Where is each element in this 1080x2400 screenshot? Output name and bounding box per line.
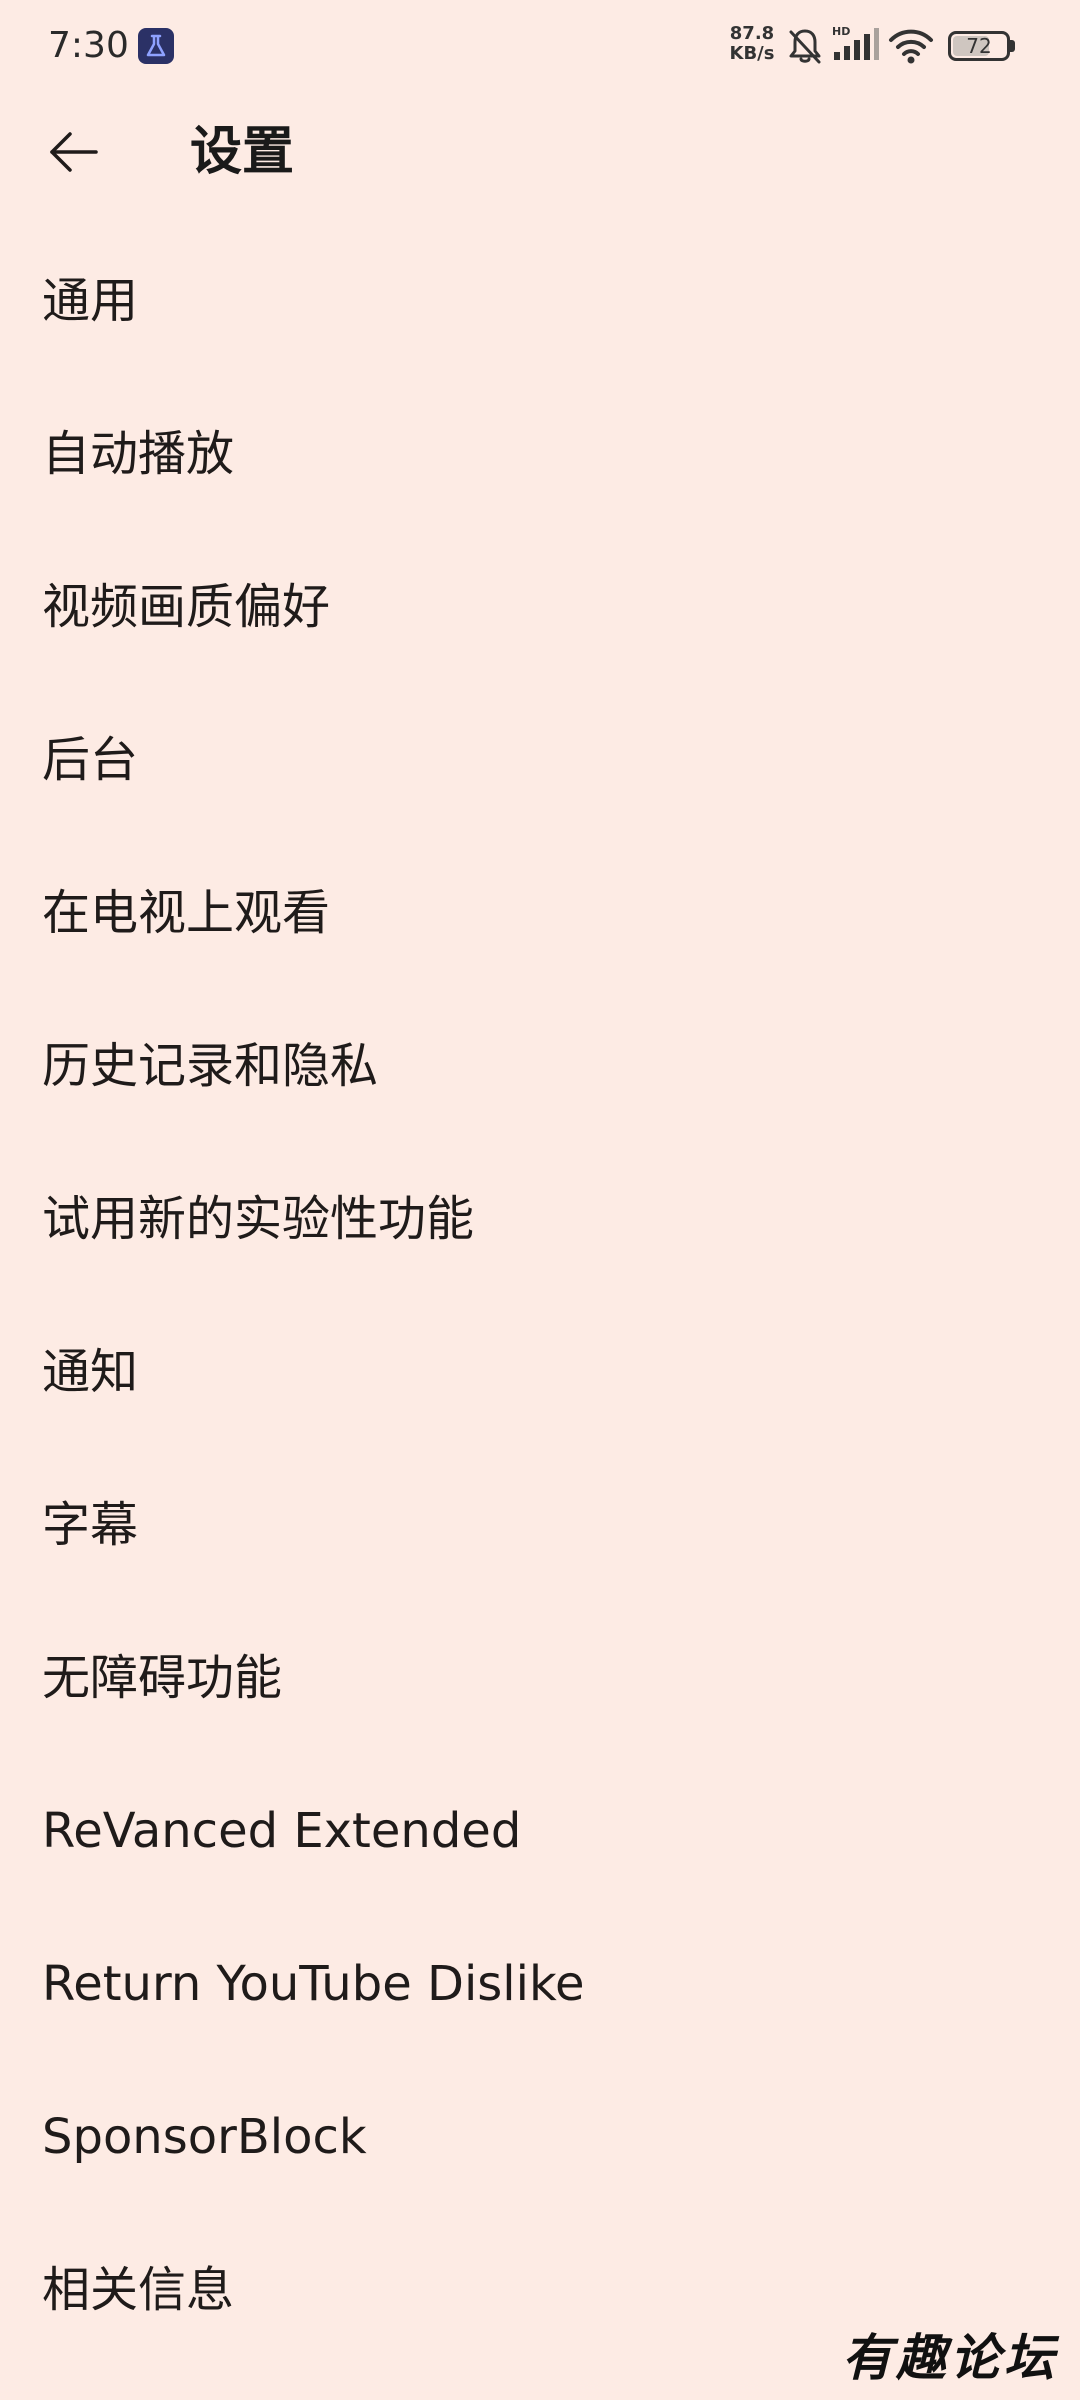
- battery-level: 72: [966, 34, 992, 58]
- settings-item-label: 试用新的实验性功能: [42, 1190, 475, 1247]
- settings-screen: 7:30 87.8 KB/s HD 72 设置 通用 自动播放 视频画质偏好 后…: [0, 0, 1080, 2400]
- status-time: 7:30: [48, 25, 129, 66]
- battery-tip: [1010, 40, 1015, 52]
- settings-item-label: SponsorBlock: [42, 2108, 367, 2165]
- settings-item-label: 字幕: [42, 1496, 139, 1553]
- wifi-icon: [888, 26, 934, 70]
- settings-item-label: 历史记录和隐私: [42, 1037, 379, 1094]
- settings-item-label: 通知: [42, 1343, 139, 1400]
- settings-item-label: 自动播放: [42, 425, 235, 482]
- settings-item-notifications[interactable]: 通知: [0, 1295, 1080, 1448]
- settings-item-general[interactable]: 通用: [0, 224, 1080, 377]
- settings-list: 通用 自动播放 视频画质偏好 后台 在电视上观看 历史记录和隐私 试用新的实验性…: [0, 224, 1080, 2366]
- settings-item-label: 无障碍功能: [42, 1649, 283, 1706]
- network-speed-value: 87.8: [729, 23, 775, 44]
- settings-item-sponsorblock[interactable]: SponsorBlock: [0, 2060, 1080, 2213]
- back-button[interactable]: [34, 112, 114, 192]
- app-bar: 设置: [0, 96, 1080, 208]
- page-title: 设置: [190, 122, 295, 182]
- svg-text:HD: HD: [832, 25, 850, 38]
- network-speed: 87.8 KB/s: [724, 24, 780, 64]
- settings-item-captions[interactable]: 字幕: [0, 1448, 1080, 1601]
- settings-item-label: ReVanced Extended: [42, 1802, 522, 1859]
- status-bar: 7:30 87.8 KB/s HD 72: [0, 0, 1080, 96]
- bell-off-icon: [786, 26, 824, 70]
- hd-signal-icon: HD: [832, 24, 880, 68]
- settings-item-revanced-extended[interactable]: ReVanced Extended: [0, 1754, 1080, 1907]
- settings-item-label: 在电视上观看: [42, 884, 331, 941]
- settings-item-label: 相关信息: [42, 2261, 235, 2318]
- arrow-left-icon: [50, 132, 98, 172]
- network-speed-unit: KB/s: [729, 43, 775, 64]
- settings-item-watch-on-tv[interactable]: 在电视上观看: [0, 836, 1080, 989]
- settings-item-video-quality[interactable]: 视频画质偏好: [0, 530, 1080, 683]
- settings-item-label: 视频画质偏好: [42, 578, 331, 635]
- settings-item-return-youtube-dislike[interactable]: Return YouTube Dislike: [0, 1907, 1080, 2060]
- settings-item-experimental[interactable]: 试用新的实验性功能: [0, 1142, 1080, 1295]
- battery-indicator: 72: [948, 31, 1010, 61]
- settings-item-history-privacy[interactable]: 历史记录和隐私: [0, 989, 1080, 1142]
- settings-item-background[interactable]: 后台: [0, 683, 1080, 836]
- settings-item-accessibility[interactable]: 无障碍功能: [0, 1601, 1080, 1754]
- watermark-text: 有趣论坛: [842, 2328, 1058, 2387]
- settings-item-label: Return YouTube Dislike: [42, 1955, 585, 2012]
- settings-item-label: 后台: [42, 731, 139, 788]
- settings-item-autoplay[interactable]: 自动播放: [0, 377, 1080, 530]
- settings-item-label: 通用: [42, 272, 139, 329]
- flask-icon: [138, 28, 174, 64]
